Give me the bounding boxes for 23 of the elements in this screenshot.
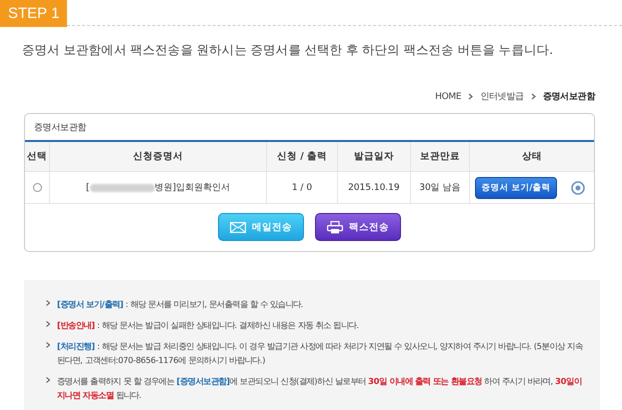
- step-badge: STEP 1: [0, 0, 68, 27]
- panel-title: 증명서보관함: [33, 122, 88, 135]
- table-cell: 30일 남음: [410, 172, 470, 204]
- column-header: 신청증명서: [50, 141, 266, 172]
- table-cell: 1 / 0: [266, 172, 338, 204]
- note-text: 증명서를 출력하지 못 할 경우에는 [증명서보관함]에 보관되오니 신청(결제)하신 날로부터 30일 이내에 출력 또는 환불요청 하여 주시기 바라며, 30일이 지나면 자동소멸 됩니다.: [57, 375, 582, 402]
- breadcrumb-link[interactable]: 증명서보관함: [542, 90, 595, 103]
- column-header: 상태: [470, 141, 594, 172]
- column-header: 보관만료: [410, 141, 470, 172]
- instruction-text: 증명서 보관함에서 팩스전송을 원하시는 증명서를 선택한 후 하단의 팩스전송 버튼을 누릅니다.: [22, 42, 554, 59]
- breadcrumb-link[interactable]: 인터넷발급: [480, 90, 524, 103]
- view-print-button[interactable]: 증명서 보기/출력: [475, 176, 557, 198]
- column-header: 선택: [25, 141, 50, 172]
- note-text: [처리진행] : 해당 문서는 발급 처리중인 상태입니다. 이 경우 발급기관 사정에 따라 처리가 지연될 수 있사오니, 양지하여 주시기 바랍니다. (5분이상 지속된다면, 고객센터:070-8656-1176에 문의하시기 바랍니다.): [57, 340, 584, 367]
- certificate-name: 병원]입회원확인서: [154, 183, 230, 193]
- table-cell: 2015.10.19: [337, 172, 410, 204]
- breadcrumb-link[interactable]: HOME: [435, 92, 462, 102]
- note-text: [반송안내] : 해당 문서는 발급이 실패한 상태입니다. 결제하신 내용은 자동 취소 됩니다.: [57, 319, 359, 332]
- bracket-text: [: [86, 183, 90, 193]
- column-header: 신청 / 출력: [266, 141, 338, 172]
- fax-send-button[interactable]: 팩스전송: [315, 213, 401, 241]
- column-header: 발급일자: [337, 141, 410, 172]
- note-text: [증명서 보기/출력] : 해당 문서를 미리보기, 문서출력을 할 수 있습니다.: [57, 298, 304, 311]
